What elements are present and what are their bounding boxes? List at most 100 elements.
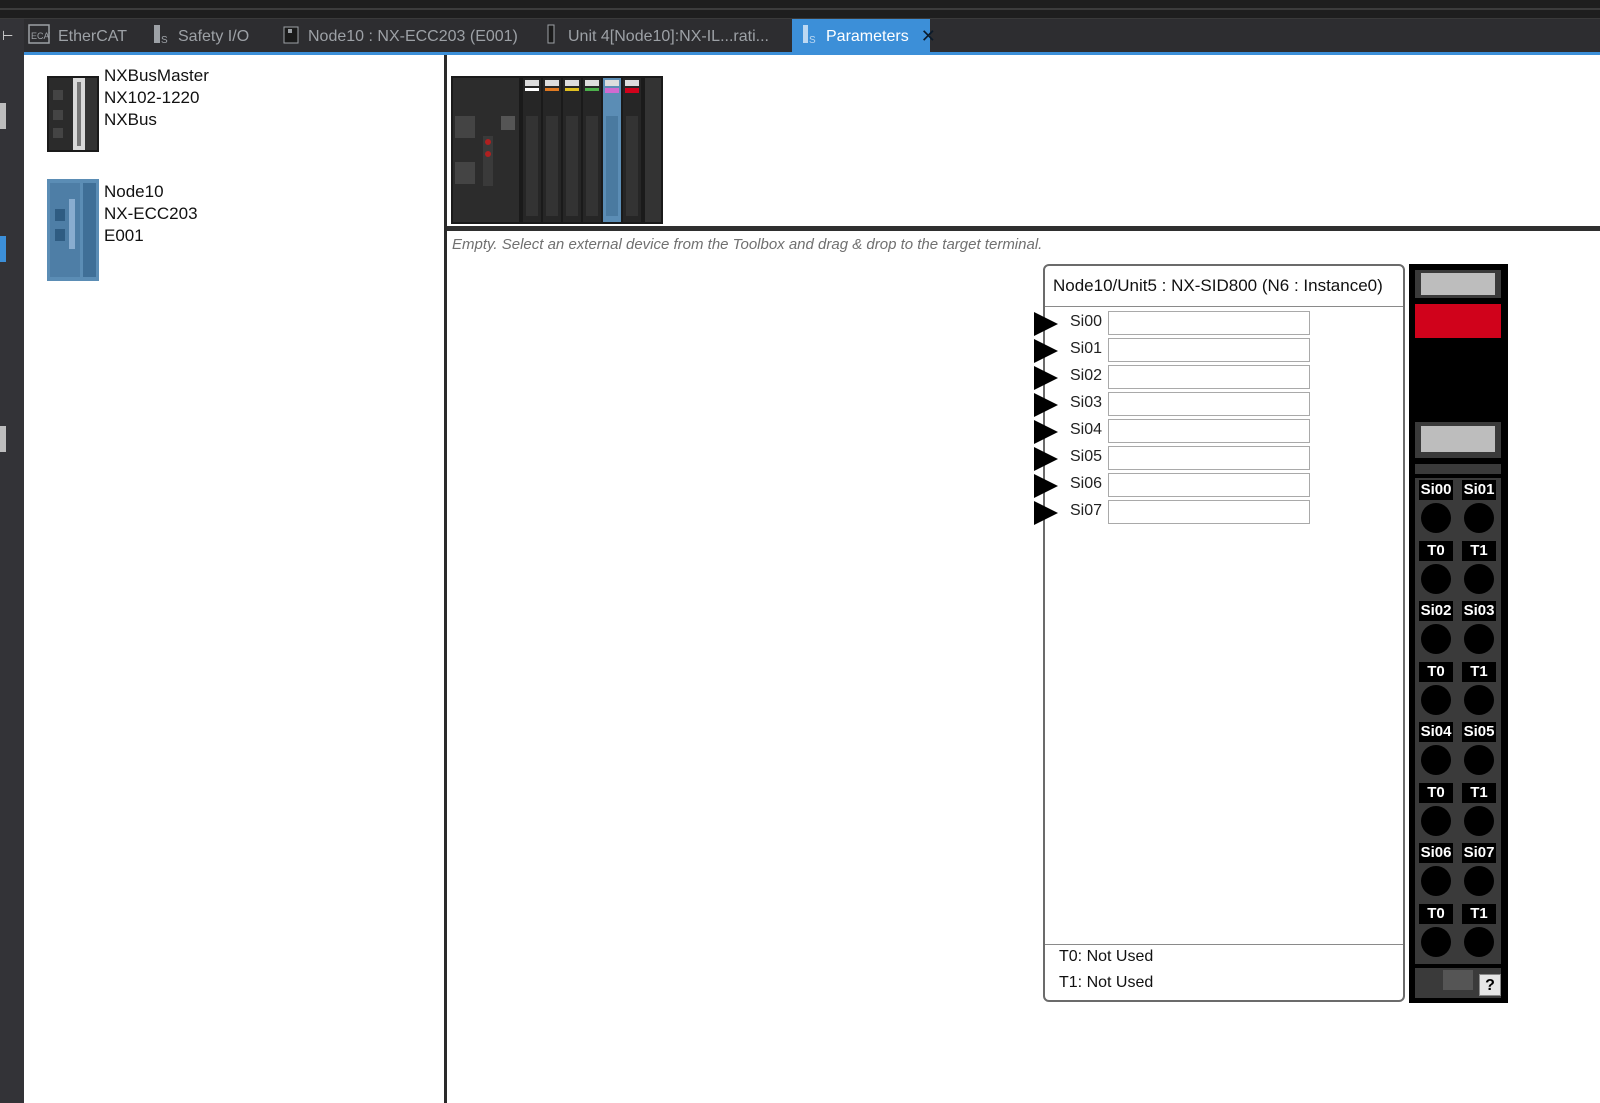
dock-marker-active	[0, 236, 6, 262]
pin-label: Si06	[1419, 843, 1453, 863]
terminal-hole[interactable]	[1421, 806, 1451, 836]
terminal-drop-target[interactable]	[1108, 500, 1310, 524]
coupler-thumbnail	[47, 179, 99, 286]
terminal-drop-target[interactable]	[1108, 311, 1310, 335]
pin-label: T1	[1462, 783, 1496, 803]
tree-item-sub: E001	[104, 226, 144, 245]
unit-tree-panel: NXBusMaster NX102-1220 NXBus Node10 NX-E…	[24, 55, 444, 1103]
tab-parameters[interactable]: S Parameters ✕	[792, 19, 936, 54]
dock-marker	[0, 426, 6, 452]
nx-sid800-device-image: Si00 Si01 T0 T1 Si02 Si03 T0 T1 Si04 Si0…	[1409, 264, 1508, 1003]
pin-label: Si05	[1462, 722, 1496, 742]
terminal-arrow-icon	[1034, 339, 1058, 363]
terminal-label: Si04	[1070, 421, 1103, 438]
terminal-drop-target[interactable]	[1108, 365, 1310, 389]
terminal-row-si05[interactable]: Si05	[1034, 446, 1314, 472]
terminal-label: Si01	[1070, 340, 1103, 357]
svg-text:ECAT: ECAT	[31, 31, 50, 41]
tab-label: Unit 4[Node10]:NX-IL...rati...	[568, 27, 769, 45]
svg-text:S: S	[809, 35, 816, 45]
terminal-hole[interactable]	[1464, 503, 1494, 533]
divider	[1045, 306, 1403, 307]
left-dock[interactable]: ⊢	[0, 19, 24, 1103]
pin-label: T1	[1462, 662, 1496, 682]
tree-item-node10[interactable]: Node10 NX-ECC203 E001	[24, 179, 424, 291]
tab-ethercat[interactable]: ECAT EtherCAT	[28, 19, 127, 54]
horizontal-splitter[interactable]	[447, 226, 1600, 231]
terminal-label: Si00	[1070, 313, 1103, 330]
terminal-arrow-icon	[1034, 366, 1058, 390]
pin-label: Si03	[1462, 601, 1496, 621]
terminal-hole[interactable]	[1421, 745, 1451, 775]
pin-label: Si04	[1419, 722, 1453, 742]
terminal-hole[interactable]	[1421, 685, 1451, 715]
safety-io-icon: S	[152, 23, 170, 50]
tab-node10[interactable]: Node10 : NX-ECC203 (E001)	[282, 19, 518, 54]
terminal-row-si00[interactable]: Si00	[1034, 311, 1314, 337]
t1-status: T1: Not Used	[1059, 974, 1154, 991]
tab-unit4[interactable]: Unit 4[Node10]:NX-IL...rati...	[542, 19, 769, 54]
pin-icon[interactable]: ⊢	[2, 28, 13, 44]
terminal-drop-target[interactable]	[1108, 473, 1310, 497]
pin-label: T1	[1462, 904, 1496, 924]
terminal-arrow-icon	[1034, 420, 1058, 444]
tree-item-model: NX102-1220	[104, 88, 200, 107]
tree-item-nxbusmaster[interactable]: NXBusMaster NX102-1220 NXBus	[24, 65, 424, 165]
tab-label: Safety I/O	[178, 27, 250, 45]
tree-item-name: NXBusMaster	[104, 66, 209, 85]
terminal-arrow-icon	[1034, 447, 1058, 471]
pin-label: Si02	[1419, 601, 1453, 621]
terminal-row-si07[interactable]: Si07	[1034, 500, 1314, 526]
terminal-label: Si05	[1070, 448, 1103, 465]
pin-label: Si07	[1462, 843, 1496, 863]
document-tab-bar: ECAT EtherCAT S Safety I/O Node10 : NX-E…	[24, 19, 1600, 54]
pin-label: Si01	[1462, 480, 1496, 500]
close-icon[interactable]: ✕	[921, 26, 936, 47]
terminal-label: Si03	[1070, 394, 1103, 411]
tab-safety-io[interactable]: S Safety I/O	[152, 19, 249, 54]
t0-status: T0: Not Used	[1059, 948, 1154, 965]
terminal-hole[interactable]	[1421, 866, 1451, 896]
card-title: Node10/Unit5 : NX-SID800 (N6 : Instance0…	[1053, 276, 1383, 295]
terminal-drop-target[interactable]	[1108, 338, 1310, 362]
terminal-hole[interactable]	[1464, 806, 1494, 836]
terminal-hole[interactable]	[1464, 624, 1494, 654]
pin-label: T0	[1419, 783, 1453, 803]
terminal-row-si01[interactable]: Si01	[1034, 338, 1314, 364]
terminal-label: Si06	[1070, 475, 1103, 492]
coupler-icon	[282, 23, 300, 50]
tab-label: Node10 : NX-ECC203 (E001)	[308, 27, 518, 45]
terminal-hole[interactable]	[1464, 866, 1494, 896]
terminal-row-si03[interactable]: Si03	[1034, 392, 1314, 418]
status-indicator	[1415, 304, 1501, 338]
terminal-row-si06[interactable]: Si06	[1034, 473, 1314, 499]
terminal-drop-target[interactable]	[1108, 446, 1310, 470]
terminal-row-si04[interactable]: Si04	[1034, 419, 1314, 445]
pin-label: T0	[1419, 662, 1453, 682]
terminal-hole[interactable]	[1464, 685, 1494, 715]
terminal-label: Si07	[1070, 502, 1103, 519]
terminal-arrow-icon	[1034, 501, 1058, 525]
ethercat-icon: ECAT	[28, 23, 55, 50]
tree-item-model: NX-ECC203	[104, 204, 198, 223]
terminal-arrow-icon	[1034, 474, 1058, 498]
terminal-arrow-icon	[1034, 312, 1058, 336]
terminal-hole[interactable]	[1464, 564, 1494, 594]
terminal-hole[interactable]	[1421, 927, 1451, 957]
terminal-drop-target[interactable]	[1108, 419, 1310, 443]
terminal-row-si02[interactable]: Si02	[1034, 365, 1314, 391]
pin-label: Si00	[1419, 480, 1453, 500]
terminal-hole[interactable]	[1421, 503, 1451, 533]
terminal-hole[interactable]	[1464, 745, 1494, 775]
empty-hint: Empty. Select an external device from th…	[452, 236, 1043, 253]
terminal-hole[interactable]	[1464, 927, 1494, 957]
dock-marker	[0, 103, 6, 129]
terminal-hole[interactable]	[1421, 564, 1451, 594]
help-icon[interactable]: ?	[1479, 974, 1501, 996]
terminal-hole[interactable]	[1421, 624, 1451, 654]
terminal-drop-target[interactable]	[1108, 392, 1310, 416]
terminal-label: Si02	[1070, 367, 1103, 384]
parameters-icon: S	[800, 23, 818, 50]
tab-label: EtherCAT	[58, 27, 128, 45]
pin-label: T0	[1419, 541, 1453, 561]
